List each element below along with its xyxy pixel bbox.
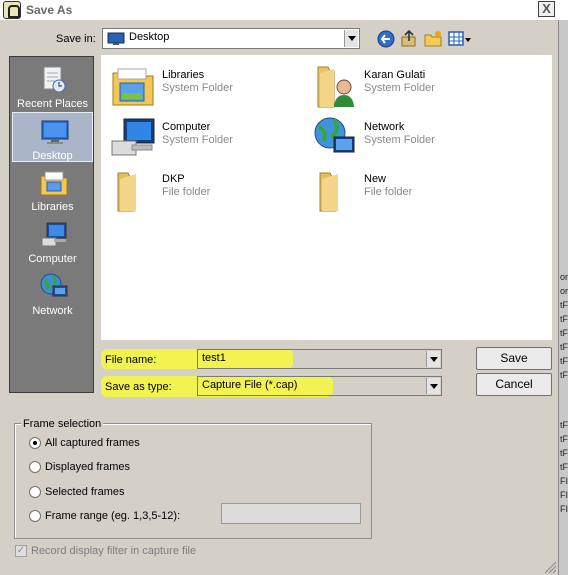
save-as-type-label: Save as type: xyxy=(105,381,172,393)
wireshark-app-icon xyxy=(3,1,21,19)
file-type: System Folder xyxy=(364,134,435,146)
window-border-right: or or tF tF tF tF tF tF tF tF tF tF FI F… xyxy=(558,20,568,575)
place-libraries[interactable]: Libraries xyxy=(12,164,93,214)
file-item-computer[interactable]: Computer System Folder xyxy=(104,113,304,161)
place-label: Computer xyxy=(28,253,77,265)
file-name: Karan Gulati xyxy=(364,69,426,81)
file-name-combo[interactable]: test1 xyxy=(197,349,442,369)
chevron-down-icon[interactable] xyxy=(344,30,358,47)
record-filter-checkbox[interactable]: ✓ xyxy=(15,545,27,557)
save-in-dropdown[interactable]: Desktop xyxy=(102,28,360,49)
background-text: tF xyxy=(560,462,568,472)
background-text: tF xyxy=(560,448,568,458)
network-globe-icon xyxy=(314,117,355,153)
close-button[interactable]: X xyxy=(538,1,555,17)
file-type: File folder xyxy=(162,186,211,198)
folder-icon xyxy=(319,172,338,212)
desktop-icon xyxy=(41,120,69,144)
cancel-button[interactable]: Cancel xyxy=(476,373,552,396)
file-name-label: File name: xyxy=(105,354,157,366)
radio-label: All captured frames xyxy=(45,437,140,449)
chevron-down-icon[interactable] xyxy=(426,378,440,394)
save-in-label: Save in: xyxy=(56,33,96,45)
file-item-network[interactable]: Network System Folder xyxy=(306,113,506,161)
file-name: Computer xyxy=(162,121,211,133)
background-text: tF xyxy=(560,328,568,338)
place-network[interactable]: Network xyxy=(12,268,93,318)
background-text: FI xyxy=(560,476,568,486)
radio-label: Displayed frames xyxy=(45,461,130,473)
up-folder-icon[interactable] xyxy=(400,30,418,48)
file-item-new[interactable]: New File folder xyxy=(306,165,506,213)
background-text: tF xyxy=(560,342,568,352)
record-filter-label: Record display filter in capture file xyxy=(31,545,197,557)
network-icon xyxy=(40,273,68,297)
file-type: File folder xyxy=(364,186,413,198)
background-text: or xyxy=(560,272,568,282)
background-text: FI xyxy=(560,490,568,500)
folder-icon xyxy=(117,172,136,212)
file-name: Network xyxy=(364,121,405,133)
file-type: System Folder xyxy=(162,82,233,94)
file-name: DKP xyxy=(162,173,185,185)
place-desktop[interactable]: Desktop xyxy=(12,112,93,162)
file-item-karan-gulati[interactable]: Karan Gulati System Folder xyxy=(306,61,506,109)
place-label: Desktop xyxy=(32,150,73,162)
background-text: tF xyxy=(560,370,568,380)
place-recent-places[interactable]: Recent Places xyxy=(12,61,93,111)
place-label: Network xyxy=(32,305,73,317)
places-bar: Recent Places Desktop Libraries Computer xyxy=(9,56,94,393)
file-type: System Folder xyxy=(162,134,233,146)
radio-label: Selected frames xyxy=(45,486,125,498)
view-menu-icon[interactable] xyxy=(448,30,472,48)
place-computer[interactable]: Computer xyxy=(12,216,93,266)
new-folder-icon[interactable] xyxy=(424,30,442,48)
file-item-libraries[interactable]: Libraries System Folder xyxy=(104,61,304,109)
title-bar: Save As X xyxy=(0,0,568,20)
libraries-icon xyxy=(40,171,68,196)
background-text: tF xyxy=(560,300,568,310)
radio-all-captured-frames[interactable] xyxy=(29,437,41,449)
background-text: tF xyxy=(560,434,568,444)
save-button[interactable]: Save xyxy=(476,347,552,370)
place-label: Libraries xyxy=(31,201,74,213)
computer-icon xyxy=(41,222,67,247)
radio-frame-range[interactable] xyxy=(29,510,41,522)
chevron-down-icon[interactable] xyxy=(426,351,440,367)
file-type: System Folder xyxy=(364,82,435,94)
back-arrow-icon[interactable] xyxy=(377,30,395,48)
background-text: tF xyxy=(560,356,568,366)
frame-range-input[interactable] xyxy=(221,503,361,524)
file-item-dkp[interactable]: DKP File folder xyxy=(104,165,304,213)
background-text: or xyxy=(560,286,568,296)
libraries-folder-icon xyxy=(112,68,154,106)
frame-selection-title: Frame selection xyxy=(21,418,104,430)
file-name: Libraries xyxy=(162,69,205,81)
desktop-icon xyxy=(107,32,125,45)
file-name-input[interactable]: test1 xyxy=(202,352,226,364)
background-text: FI xyxy=(560,504,568,514)
computer-icon xyxy=(111,118,155,156)
file-list[interactable]: Libraries System Folder Karan Gulati Sys… xyxy=(101,55,552,340)
radio-selected-frames[interactable] xyxy=(29,486,41,498)
window-title: Save As xyxy=(26,3,73,17)
user-folder-icon xyxy=(317,66,354,108)
file-name: New xyxy=(364,173,387,185)
background-text: tF xyxy=(560,314,568,324)
place-label: Recent Places xyxy=(17,98,88,110)
radio-displayed-frames[interactable] xyxy=(29,461,41,473)
recent-places-icon xyxy=(43,66,66,93)
save-as-type-value: Capture File (*.cap) xyxy=(202,379,298,391)
save-in-value: Desktop xyxy=(129,31,170,43)
background-text: tF xyxy=(560,420,568,430)
resize-grip-icon[interactable] xyxy=(543,560,557,574)
radio-label: Frame range (eg. 1,3,5-12): xyxy=(45,510,181,522)
save-as-type-dropdown[interactable]: Capture File (*.cap) xyxy=(197,376,442,396)
